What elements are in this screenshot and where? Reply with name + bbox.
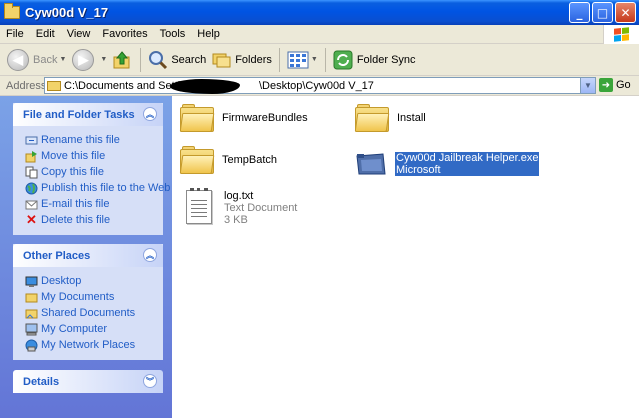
forward-arrow-icon: ▶: [72, 48, 95, 71]
folder-icon: [179, 146, 215, 174]
go-button[interactable]: ➜ Go: [599, 78, 631, 92]
file-folder-tasks-header[interactable]: File and Folder Tasks ︽: [13, 103, 163, 126]
task-rename[interactable]: Rename this file: [25, 132, 163, 148]
close-button[interactable]: ✕: [615, 2, 636, 23]
sync-icon: [333, 50, 353, 69]
place-desktop[interactable]: Desktop: [25, 273, 163, 289]
menu-view[interactable]: View: [61, 28, 97, 40]
folder-item-tempbatch[interactable]: TempBatch: [179, 146, 277, 174]
menu-help[interactable]: Help: [191, 28, 226, 40]
address-path-end: \Desktop\Cyw00d V_17: [258, 79, 374, 92]
expand-icon[interactable]: ︾: [143, 374, 157, 388]
minimize-button[interactable]: _: [569, 2, 590, 23]
up-folder-button[interactable]: [110, 46, 136, 74]
task-email[interactable]: E-mail this file: [25, 196, 163, 212]
task-copy[interactable]: Copy this file: [25, 164, 163, 180]
other-places-panel: Other Places ︽ Desktop My Documents Shar…: [13, 244, 163, 360]
folder-item-install[interactable]: Install: [354, 104, 426, 132]
address-bar: Address C:\Documents and Settings\ \Desk…: [0, 76, 639, 96]
views-icon: [287, 51, 309, 68]
details-header[interactable]: Details ︾: [13, 370, 163, 393]
globe-icon: [25, 182, 38, 195]
search-button[interactable]: Search: [145, 46, 209, 74]
task-publish[interactable]: Publish this file to the Web: [25, 180, 170, 196]
place-my-network-places[interactable]: My Network Places: [25, 337, 163, 353]
file-item-jailbreak-helper[interactable]: Cyw00d Jailbreak Helper.exe Microsoft: [355, 148, 540, 176]
task-pane: File and Folder Tasks ︽ Rename this file…: [0, 96, 172, 418]
toolbar-separator: [324, 47, 326, 72]
file-size: 3 KB: [224, 214, 248, 226]
toolbar-separator: [140, 47, 142, 72]
chevron-down-icon: ▼: [310, 56, 318, 63]
folders-button[interactable]: Folders: [209, 46, 275, 74]
file-item-log[interactable]: log.txt Text Document 3 KB: [180, 188, 298, 226]
redaction-scribble: [170, 79, 240, 94]
place-my-computer[interactable]: My Computer: [25, 321, 163, 337]
menu-favorites[interactable]: Favorites: [96, 28, 153, 40]
folder-icon: [179, 104, 215, 132]
back-button[interactable]: ◀ Back ▼: [4, 46, 69, 74]
forward-button[interactable]: ▶ ▼: [69, 46, 110, 74]
chevron-down-icon: ▼: [100, 56, 108, 63]
shared-folder-icon: [25, 307, 38, 320]
folder-icon: [25, 291, 38, 304]
address-dropdown-button[interactable]: ▼: [580, 78, 595, 93]
folder-icon: [354, 104, 390, 132]
task-move[interactable]: Move this file: [25, 148, 163, 164]
details-panel: Details ︾: [13, 370, 163, 393]
application-icon: [356, 153, 386, 175]
file-list-view: FirmwareBundles Install TempBatch Cyw00d…: [172, 96, 639, 418]
folder-icon: [47, 80, 61, 91]
menu-bar: File Edit View Favorites Tools Help: [0, 25, 639, 44]
windows-logo-icon: [603, 25, 639, 44]
toolbar: ◀ Back ▼ ▶ ▼ Search Folders ▼ Folder Syn…: [0, 44, 639, 76]
move-icon: [25, 150, 38, 163]
place-my-documents[interactable]: My Documents: [25, 289, 163, 305]
go-arrow-icon: ➜: [599, 78, 613, 92]
delete-icon: ✕: [26, 212, 37, 227]
file-name: log.txt: [224, 190, 254, 202]
menu-file[interactable]: File: [0, 28, 30, 40]
window-title: Cyw00d V_17: [25, 5, 109, 20]
collapse-icon[interactable]: ︽: [143, 248, 157, 262]
folder-item-firmwarebundles[interactable]: FirmwareBundles: [179, 104, 308, 132]
up-folder-icon: [113, 50, 130, 68]
email-icon: [25, 198, 38, 211]
address-input[interactable]: C:\Documents and Settings\ \Desktop\Cyw0…: [44, 77, 596, 94]
folders-icon: [212, 53, 231, 67]
collapse-icon[interactable]: ︽: [143, 107, 157, 121]
place-shared-documents[interactable]: Shared Documents: [25, 305, 163, 321]
file-name: Cyw00d Jailbreak Helper.exe: [395, 152, 540, 164]
copy-icon: [25, 166, 38, 179]
title-bar[interactable]: Cyw00d V_17 _ □ ✕: [0, 0, 639, 25]
desktop-icon: [25, 275, 38, 288]
network-icon: [25, 339, 38, 352]
text-document-icon: [186, 188, 212, 224]
rename-icon: [25, 134, 38, 147]
search-icon: [149, 50, 168, 69]
maximize-button[interactable]: □: [592, 2, 613, 23]
other-places-header[interactable]: Other Places ︽: [13, 244, 163, 267]
chevron-down-icon: ▼: [59, 56, 67, 63]
toolbar-separator: [278, 47, 280, 72]
file-company: Microsoft: [395, 164, 540, 176]
computer-icon: [25, 323, 38, 336]
folder-icon: [4, 3, 20, 19]
file-type: Text Document: [224, 202, 298, 214]
menu-edit[interactable]: Edit: [30, 28, 61, 40]
task-delete[interactable]: ✕ Delete this file: [25, 212, 163, 228]
back-arrow-icon: ◀: [7, 48, 29, 71]
file-folder-tasks-panel: File and Folder Tasks ︽ Rename this file…: [13, 103, 170, 235]
folder-sync-button[interactable]: Folder Sync: [330, 46, 419, 74]
views-button[interactable]: ▼: [284, 46, 321, 74]
menu-tools[interactable]: Tools: [154, 28, 192, 40]
